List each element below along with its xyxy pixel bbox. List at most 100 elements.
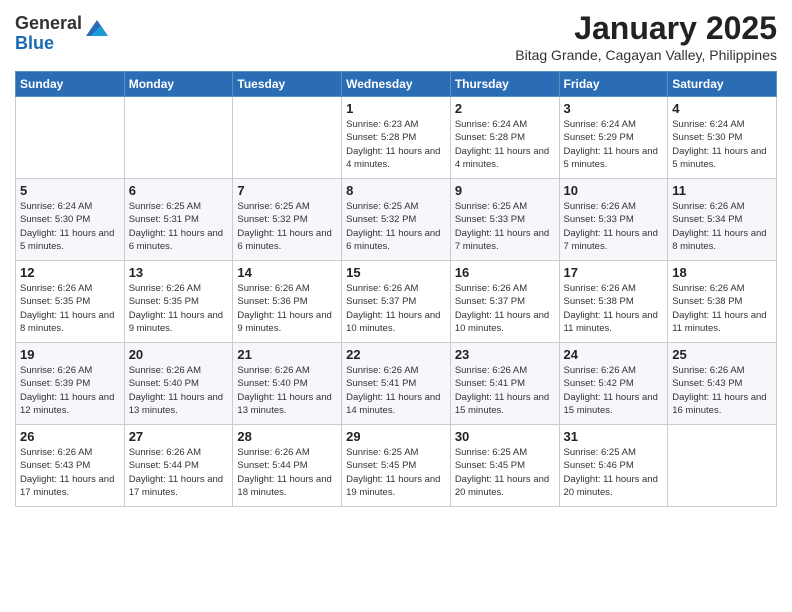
day-cell-4-3: 29 Sunrise: 6:25 AM Sunset: 5:45 PM Dayli… [342, 425, 451, 507]
day-cell-4-5: 31 Sunrise: 6:25 AM Sunset: 5:46 PM Dayli… [559, 425, 668, 507]
day-info: Sunrise: 6:24 AM Sunset: 5:30 PM Dayligh… [20, 200, 120, 253]
day-cell-0-4: 2 Sunrise: 6:24 AM Sunset: 5:28 PM Daylig… [450, 97, 559, 179]
logo-general: General [15, 14, 82, 34]
day-cell-1-4: 9Sunrise: 6:25 AM Sunset: 5:33 PM Daylig… [450, 179, 559, 261]
day-cell-4-4: 30Sunrise: 6:25 AM Sunset: 5:45 PM Dayli… [450, 425, 559, 507]
day-cell-2-4: 16 Sunrise: 6:26 AM Sunset: 5:37 PM Dayli… [450, 261, 559, 343]
day-cell-0-0 [16, 97, 125, 179]
day-info: Sunrise: 6:25 AM Sunset: 5:32 PM Dayligh… [237, 200, 337, 253]
day-number: 25 [672, 347, 772, 362]
week-row-5: 26 Sunrise: 6:26 AM Sunset: 5:43 PM Dayli… [16, 425, 777, 507]
day-cell-3-1: 20Sunrise: 6:26 AM Sunset: 5:40 PM Dayli… [124, 343, 233, 425]
day-info: Sunrise: 6:26 AM Sunset: 5:38 PM Dayligh… [672, 282, 772, 335]
day-number: 18 [672, 265, 772, 280]
day-info: Sunrise: 6:25 AM Sunset: 5:31 PM Dayligh… [129, 200, 229, 253]
day-cell-2-2: 14 Sunrise: 6:26 AM Sunset: 5:36 PM Dayli… [233, 261, 342, 343]
day-info: Sunrise: 6:25 AM Sunset: 5:45 PM Dayligh… [346, 446, 446, 499]
day-info: Sunrise: 6:24 AM Sunset: 5:28 PM Dayligh… [455, 118, 555, 171]
week-row-1: 1 Sunrise: 6:23 AM Sunset: 5:28 PM Daylig… [16, 97, 777, 179]
day-info: Sunrise: 6:26 AM Sunset: 5:36 PM Dayligh… [237, 282, 337, 335]
day-cell-3-0: 19 Sunrise: 6:26 AM Sunset: 5:39 PM Dayli… [16, 343, 125, 425]
day-number: 5 [20, 183, 120, 198]
day-info: Sunrise: 6:24 AM Sunset: 5:30 PM Dayligh… [672, 118, 772, 171]
location-title: Bitag Grande, Cagayan Valley, Philippine… [515, 47, 777, 63]
day-info: Sunrise: 6:25 AM Sunset: 5:46 PM Dayligh… [564, 446, 664, 499]
title-block: January 2025 Bitag Grande, Cagayan Valle… [515, 10, 777, 63]
page: General Blue January 2025 Bitag Grande, … [0, 0, 792, 612]
day-number: 1 [346, 101, 446, 116]
header: General Blue January 2025 Bitag Grande, … [15, 10, 777, 63]
day-number: 30 [455, 429, 555, 444]
day-number: 6 [129, 183, 229, 198]
day-number: 14 [237, 265, 337, 280]
day-number: 4 [672, 101, 772, 116]
day-cell-4-6 [668, 425, 777, 507]
day-cell-2-3: 15 Sunrise: 6:26 AM Sunset: 5:37 PM Dayli… [342, 261, 451, 343]
day-number: 17 [564, 265, 664, 280]
header-sunday: Sunday [16, 72, 125, 97]
day-number: 16 [455, 265, 555, 280]
day-cell-1-3: 8Sunrise: 6:25 AM Sunset: 5:32 PM Daylig… [342, 179, 451, 261]
day-cell-3-5: 24Sunrise: 6:26 AM Sunset: 5:42 PM Dayli… [559, 343, 668, 425]
day-cell-4-0: 26 Sunrise: 6:26 AM Sunset: 5:43 PM Dayli… [16, 425, 125, 507]
day-cell-2-0: 12 Sunrise: 6:26 AM Sunset: 5:35 PM Dayli… [16, 261, 125, 343]
header-thursday: Thursday [450, 72, 559, 97]
day-info: Sunrise: 6:24 AM Sunset: 5:29 PM Dayligh… [564, 118, 664, 171]
day-info: Sunrise: 6:26 AM Sunset: 5:39 PM Dayligh… [20, 364, 120, 417]
day-cell-3-2: 21Sunrise: 6:26 AM Sunset: 5:40 PM Dayli… [233, 343, 342, 425]
day-cell-4-2: 28Sunrise: 6:26 AM Sunset: 5:44 PM Dayli… [233, 425, 342, 507]
day-cell-0-2 [233, 97, 342, 179]
header-wednesday: Wednesday [342, 72, 451, 97]
day-cell-3-6: 25 Sunrise: 6:26 AM Sunset: 5:43 PM Dayli… [668, 343, 777, 425]
day-number: 15 [346, 265, 446, 280]
week-row-4: 19 Sunrise: 6:26 AM Sunset: 5:39 PM Dayli… [16, 343, 777, 425]
day-cell-1-0: 5 Sunrise: 6:24 AM Sunset: 5:30 PM Daylig… [16, 179, 125, 261]
header-tuesday: Tuesday [233, 72, 342, 97]
day-info: Sunrise: 6:26 AM Sunset: 5:41 PM Dayligh… [346, 364, 446, 417]
day-number: 3 [564, 101, 664, 116]
header-monday: Monday [124, 72, 233, 97]
day-cell-0-6: 4 Sunrise: 6:24 AM Sunset: 5:30 PM Daylig… [668, 97, 777, 179]
day-info: Sunrise: 6:26 AM Sunset: 5:35 PM Dayligh… [20, 282, 120, 335]
day-info: Sunrise: 6:25 AM Sunset: 5:32 PM Dayligh… [346, 200, 446, 253]
day-cell-4-1: 27Sunrise: 6:26 AM Sunset: 5:44 PM Dayli… [124, 425, 233, 507]
day-info: Sunrise: 6:26 AM Sunset: 5:37 PM Dayligh… [455, 282, 555, 335]
week-row-3: 12 Sunrise: 6:26 AM Sunset: 5:35 PM Dayli… [16, 261, 777, 343]
day-info: Sunrise: 6:25 AM Sunset: 5:33 PM Dayligh… [455, 200, 555, 253]
header-friday: Friday [559, 72, 668, 97]
day-cell-2-5: 17Sunrise: 6:26 AM Sunset: 5:38 PM Dayli… [559, 261, 668, 343]
day-cell-3-4: 23 Sunrise: 6:26 AM Sunset: 5:41 PM Dayli… [450, 343, 559, 425]
day-info: Sunrise: 6:26 AM Sunset: 5:43 PM Dayligh… [20, 446, 120, 499]
day-number: 24 [564, 347, 664, 362]
day-cell-1-6: 11Sunrise: 6:26 AM Sunset: 5:34 PM Dayli… [668, 179, 777, 261]
day-number: 10 [564, 183, 664, 198]
day-number: 31 [564, 429, 664, 444]
day-number: 29 [346, 429, 446, 444]
day-number: 11 [672, 183, 772, 198]
day-info: Sunrise: 6:26 AM Sunset: 5:41 PM Dayligh… [455, 364, 555, 417]
day-info: Sunrise: 6:26 AM Sunset: 5:35 PM Dayligh… [129, 282, 229, 335]
day-number: 23 [455, 347, 555, 362]
day-info: Sunrise: 6:23 AM Sunset: 5:28 PM Dayligh… [346, 118, 446, 171]
day-number: 27 [129, 429, 229, 444]
logo-blue: Blue [15, 34, 82, 54]
day-number: 19 [20, 347, 120, 362]
day-number: 2 [455, 101, 555, 116]
day-info: Sunrise: 6:26 AM Sunset: 5:44 PM Dayligh… [237, 446, 337, 499]
day-cell-0-5: 3 Sunrise: 6:24 AM Sunset: 5:29 PM Daylig… [559, 97, 668, 179]
week-row-2: 5 Sunrise: 6:24 AM Sunset: 5:30 PM Daylig… [16, 179, 777, 261]
day-info: Sunrise: 6:26 AM Sunset: 5:40 PM Dayligh… [237, 364, 337, 417]
day-number: 22 [346, 347, 446, 362]
day-number: 12 [20, 265, 120, 280]
day-cell-1-2: 7Sunrise: 6:25 AM Sunset: 5:32 PM Daylig… [233, 179, 342, 261]
day-cell-0-3: 1 Sunrise: 6:23 AM Sunset: 5:28 PM Daylig… [342, 97, 451, 179]
day-info: Sunrise: 6:26 AM Sunset: 5:40 PM Dayligh… [129, 364, 229, 417]
day-info: Sunrise: 6:26 AM Sunset: 5:43 PM Dayligh… [672, 364, 772, 417]
weekday-header-row: Sunday Monday Tuesday Wednesday Thursday… [16, 72, 777, 97]
day-cell-0-1 [124, 97, 233, 179]
day-cell-2-6: 18 Sunrise: 6:26 AM Sunset: 5:38 PM Dayli… [668, 261, 777, 343]
logo: General Blue [15, 14, 108, 54]
day-number: 26 [20, 429, 120, 444]
logo-text: General Blue [15, 14, 82, 54]
day-info: Sunrise: 6:26 AM Sunset: 5:37 PM Dayligh… [346, 282, 446, 335]
